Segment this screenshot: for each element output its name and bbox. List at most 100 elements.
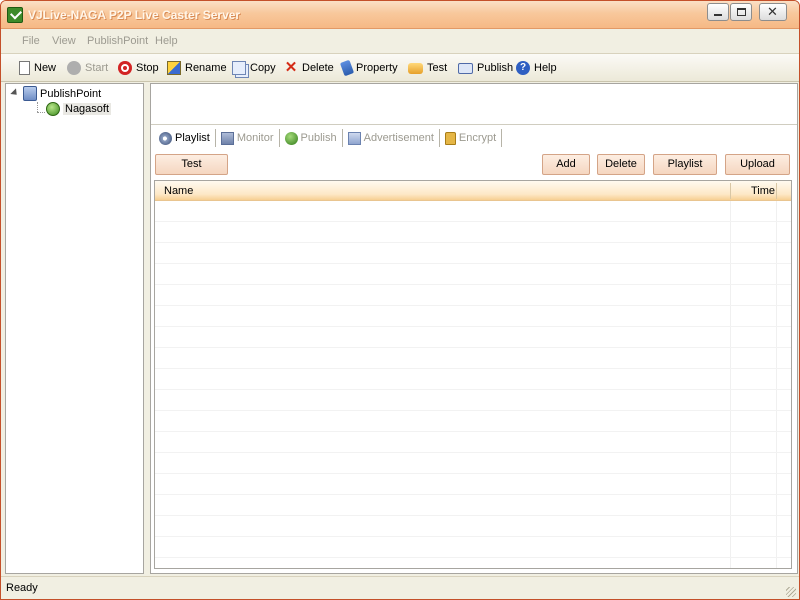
- table-row: [155, 453, 791, 474]
- app-window: VJLive-NAGA P2P Live Caster Server ✕ Fil…: [0, 0, 800, 600]
- tree-item-label: Nagasoft: [63, 103, 112, 115]
- tab-encrypt[interactable]: Encrypt: [440, 129, 503, 147]
- tree-root-label: PublishPoint: [40, 87, 102, 100]
- test-button[interactable]: Test: [408, 59, 447, 77]
- globe-icon: [46, 102, 60, 116]
- server-icon: [23, 86, 37, 101]
- title-bar[interactable]: VJLive-NAGA P2P Live Caster Server ✕: [1, 1, 799, 29]
- table-row: [155, 243, 791, 264]
- help-button[interactable]: ? Help: [516, 59, 557, 77]
- start-icon: [67, 61, 81, 75]
- tree-item-nagasoft[interactable]: Nagasoft: [46, 102, 112, 116]
- table-row: [155, 264, 791, 285]
- delete-x-icon: ✕: [284, 59, 298, 76]
- table-row: [155, 390, 791, 411]
- status-text: Ready: [6, 582, 38, 594]
- table-row: [155, 306, 791, 327]
- publish-icon: [458, 62, 473, 74]
- status-bar: Ready: [1, 576, 799, 599]
- rename-button[interactable]: Rename: [167, 59, 227, 77]
- table-row: [155, 369, 791, 390]
- upload-button[interactable]: Upload: [725, 154, 790, 175]
- tab-strip: Playlist Monitor Publish Advertisement E…: [154, 128, 503, 148]
- toolbar: New Start Stop Rename Copy ✕ Delete Prop…: [1, 54, 799, 82]
- menu-help[interactable]: Help: [155, 35, 178, 47]
- publish-globe-icon: [284, 131, 298, 145]
- playlist-table[interactable]: Name Time: [154, 180, 792, 569]
- table-row: [155, 201, 791, 222]
- monitor-icon: [220, 131, 234, 145]
- table-row: [155, 348, 791, 369]
- start-button[interactable]: Start: [67, 59, 108, 77]
- tab-label: Publish: [300, 132, 337, 144]
- property-button[interactable]: Property: [339, 59, 398, 77]
- tree-connector: [37, 102, 38, 112]
- help-label: Help: [534, 62, 557, 74]
- copy-icon: [232, 61, 246, 75]
- start-label: Start: [85, 62, 109, 74]
- playlist-button[interactable]: Playlist: [653, 154, 717, 175]
- publish-label: Publish: [477, 62, 514, 74]
- stop-icon: [118, 61, 132, 75]
- tab-monitor[interactable]: Monitor: [216, 129, 280, 147]
- delete-item-button[interactable]: Delete: [597, 154, 645, 175]
- tree-expand-icon[interactable]: [10, 87, 22, 100]
- close-button[interactable]: ✕: [759, 3, 787, 21]
- property-label: Property: [356, 62, 398, 74]
- column-divider[interactable]: [776, 183, 777, 199]
- maximize-icon: [737, 8, 746, 16]
- delete-button[interactable]: ✕ Delete: [284, 59, 334, 77]
- table-row: [155, 411, 791, 432]
- tab-label: Encrypt: [458, 132, 497, 144]
- tab-label: Monitor: [236, 132, 274, 144]
- column-header-name[interactable]: Name: [164, 185, 193, 197]
- table-row: [155, 327, 791, 348]
- menu-publishpoint[interactable]: PublishPoint: [87, 35, 148, 47]
- column-divider[interactable]: [730, 183, 731, 199]
- menu-bar: File View PublishPoint Help: [1, 30, 799, 54]
- column-header-time[interactable]: Time: [751, 185, 775, 197]
- rename-icon: [167, 61, 181, 75]
- publishpoint-tree[interactable]: PublishPoint Nagasoft: [5, 83, 144, 574]
- menu-view[interactable]: View: [52, 35, 76, 47]
- new-label: New: [34, 62, 57, 74]
- close-icon: ✕: [767, 4, 778, 19]
- add-button[interactable]: Add: [542, 154, 590, 175]
- minimize-button[interactable]: [707, 3, 729, 21]
- copy-label: Copy: [250, 62, 276, 74]
- tab-advertisement[interactable]: Advertisement: [343, 129, 440, 147]
- resize-grip-icon[interactable]: [786, 587, 796, 597]
- playlist-panel: Playlist Monitor Publish Advertisement E…: [151, 124, 797, 573]
- table-row: [155, 285, 791, 306]
- maximize-button[interactable]: [730, 3, 752, 21]
- advertisement-icon: [347, 131, 361, 145]
- minimize-icon: [714, 14, 722, 16]
- table-header: Name Time: [155, 181, 791, 201]
- table-row: [155, 537, 791, 558]
- lock-icon: [444, 131, 456, 145]
- rename-label: Rename: [185, 62, 227, 74]
- playlist-disc-icon: [159, 131, 172, 145]
- window-title: VJLive-NAGA P2P Live Caster Server: [28, 8, 241, 22]
- new-document-icon: [19, 61, 30, 75]
- table-row: [155, 516, 791, 537]
- table-row: [155, 474, 791, 495]
- new-button[interactable]: New: [19, 59, 56, 77]
- tab-playlist[interactable]: Playlist: [154, 129, 216, 147]
- test-icon: [408, 62, 423, 74]
- publish-button[interactable]: Publish: [458, 59, 513, 77]
- table-row: [155, 432, 791, 453]
- tree-root-publishpoint[interactable]: PublishPoint: [10, 86, 102, 101]
- tab-publish[interactable]: Publish: [280, 129, 343, 147]
- stop-button[interactable]: Stop: [118, 59, 159, 77]
- stop-label: Stop: [136, 62, 159, 74]
- menu-file[interactable]: File: [22, 35, 40, 47]
- copy-button[interactable]: Copy: [232, 59, 276, 77]
- test-stream-button[interactable]: Test: [155, 154, 228, 175]
- delete-label: Delete: [302, 62, 334, 74]
- tab-label: Advertisement: [363, 132, 434, 144]
- test-label: Test: [427, 62, 448, 74]
- detail-pane: Playlist Monitor Publish Advertisement E…: [150, 83, 798, 574]
- table-row: [155, 495, 791, 516]
- property-icon: [339, 59, 355, 77]
